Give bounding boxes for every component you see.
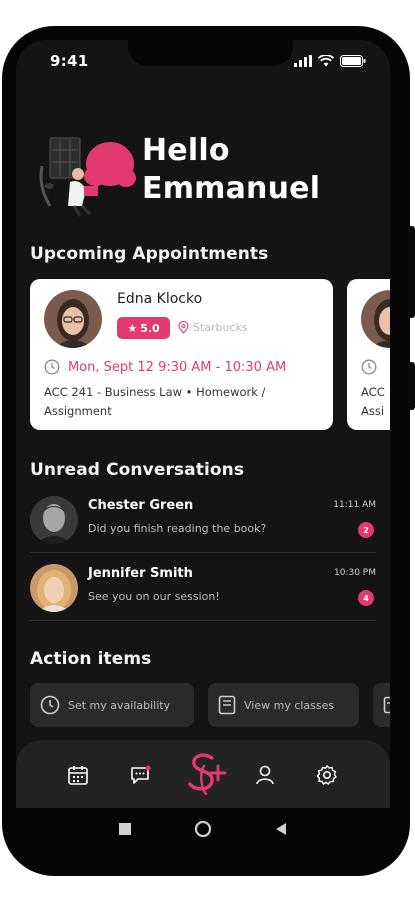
calendar-icon[interactable] [67, 764, 89, 786]
appointment-description-peek: ACC Assi [361, 385, 385, 418]
tutor-avatar [361, 290, 390, 348]
app-screen: 9:41 Hello Emmanuel Upcoming Appointment… [16, 40, 390, 808]
divider [30, 620, 376, 621]
conversation-item[interactable]: Chester Green Did you finish reading the… [30, 492, 376, 556]
tutor-name: Edna Klocko [117, 291, 203, 307]
location-name: Starbucks [193, 321, 248, 334]
signal-icon [294, 55, 312, 67]
status-icons [294, 55, 366, 67]
profile-icon[interactable] [254, 764, 276, 786]
appointment-description: ACC 241 - Business Law • Homework / Assi… [44, 385, 266, 418]
clock-icon [361, 359, 377, 375]
bottom-navigation [16, 740, 390, 808]
reading-illustration [39, 137, 136, 217]
message-preview: See you on our session! [88, 590, 220, 603]
greeting-hello: Hello [142, 133, 230, 168]
message-preview: Did you finish reading the book? [88, 522, 267, 535]
battery-icon [340, 55, 366, 67]
home-icon[interactable] [194, 820, 212, 838]
message-time: 11:11 AM [333, 500, 376, 510]
appointment-card-next[interactable]: ACC Assi [347, 279, 390, 430]
settings-icon[interactable] [316, 764, 338, 786]
status-bar: 9:41 [16, 52, 390, 72]
divider [30, 552, 376, 553]
status-time: 9:41 [50, 52, 89, 70]
location-pin-icon [178, 321, 189, 334]
action-items-heading: Action items [30, 649, 152, 669]
contact-name: Jennifer Smith [88, 566, 193, 581]
greeting-title: Hello Emmanuel [142, 132, 320, 208]
tutor-avatar [44, 290, 102, 348]
star-icon: ★ [127, 321, 138, 335]
app-logo[interactable] [186, 752, 228, 798]
chat-icon[interactable] [129, 764, 151, 786]
unread-count-badge: 4 [358, 590, 374, 606]
contact-name: Chester Green [88, 498, 194, 513]
set-availability-button[interactable]: Set my availability [30, 683, 194, 727]
view-classes-label: View my classes [244, 698, 335, 712]
location: Starbucks [178, 321, 248, 334]
more-action-button[interactable] [373, 683, 390, 727]
wifi-icon [318, 55, 334, 67]
message-time: 10:30 PM [334, 568, 376, 578]
set-availability-label: Set my availability [68, 698, 171, 712]
unread-conversations-heading: Unread Conversations [30, 460, 245, 480]
rating-value: 5.0 [140, 321, 160, 335]
document-icon [383, 696, 390, 714]
book-icon [218, 695, 236, 715]
system-navigation-bar [18, 808, 392, 856]
back-icon[interactable] [274, 822, 288, 836]
avatar [30, 496, 78, 544]
appointment-datetime-text: Mon, Sept 12 9:30 AM - 10:30 AM [68, 359, 287, 375]
appointment-card[interactable]: Edna Klocko ★ 5.0 Starbucks Mon, Sept 12… [30, 279, 333, 430]
avatar [30, 564, 78, 612]
clock-icon [40, 695, 60, 715]
rating-badge: ★ 5.0 [117, 317, 170, 339]
unread-count-badge: 2 [358, 522, 374, 538]
recents-icon[interactable] [118, 822, 132, 836]
power-button [408, 362, 415, 410]
view-classes-button[interactable]: View my classes [208, 683, 359, 727]
clock-icon [44, 359, 60, 375]
appointment-datetime: Mon, Sept 12 9:30 AM - 10:30 AM [44, 359, 286, 375]
upcoming-appointments-heading: Upcoming Appointments [30, 244, 269, 264]
conversation-item[interactable]: Jennifer Smith See you on our session! 1… [30, 560, 376, 624]
volume-button [408, 226, 415, 318]
greeting-user-name: Emmanuel [142, 171, 321, 206]
